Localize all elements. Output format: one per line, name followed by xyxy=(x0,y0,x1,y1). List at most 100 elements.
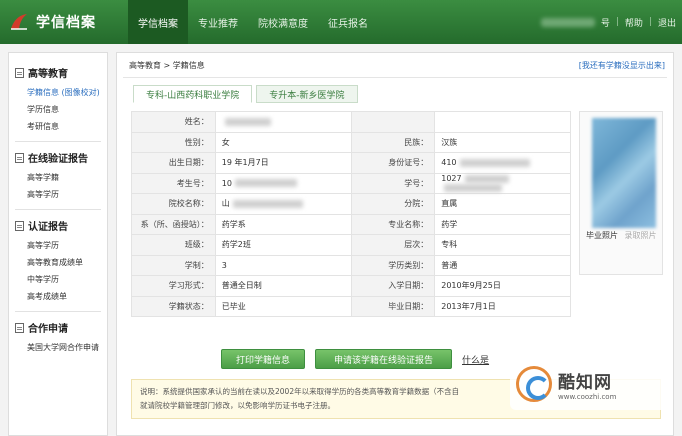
field-value xyxy=(434,111,571,133)
sidebar-item-us-university-apply[interactable]: 美国大学网合作申请 xyxy=(15,339,101,356)
field-label: 身份证号： xyxy=(350,152,436,174)
field-label: 学历类别： xyxy=(350,254,436,276)
field-value: 专科 xyxy=(434,234,571,256)
sidebar-section-higher-education: 高等教育 xyxy=(15,65,101,80)
print-status-button[interactable]: 打印学籍信息 xyxy=(221,349,306,369)
photo-panel: 毕业照片 录取照片 xyxy=(579,111,663,275)
sidebar-item-transcript[interactable]: 高等教育成绩单 xyxy=(15,254,101,271)
field-label: 学习形式： xyxy=(131,275,216,297)
field-value: 汉族 xyxy=(434,131,571,153)
redacted-value xyxy=(224,117,271,126)
field-label: 毕业日期： xyxy=(350,295,436,317)
field-value xyxy=(214,111,352,133)
watermark-url: www.coozhi.com xyxy=(558,392,617,401)
field-value: 410 xyxy=(434,152,571,174)
table-row: 院校名称：山分院： 直属 xyxy=(131,193,571,215)
graduation-photo-label[interactable]: 毕业照片 xyxy=(586,231,618,240)
field-value: 3 xyxy=(214,254,352,276)
table-row: 系（所、函授站）： 药学系 专业名称： 药学 xyxy=(131,213,571,235)
apply-report-button[interactable]: 申请该学籍在线验证报告 xyxy=(315,349,453,369)
watermark-name: 酷知网 xyxy=(558,372,612,393)
nav-school-satisfaction[interactable]: 院校满意度 xyxy=(248,0,318,44)
field-value: 2013年7月1日 xyxy=(434,295,571,317)
field-label: 性别： xyxy=(131,131,216,153)
account-link[interactable]: 号 xyxy=(601,16,610,29)
document-icon xyxy=(15,67,24,78)
tab-vocational-college[interactable]: 专科-山西药科职业学院 xyxy=(133,85,253,103)
redacted-value xyxy=(464,174,509,183)
field-label xyxy=(350,111,436,133)
field-value: 山 xyxy=(214,193,352,215)
sidebar-item-gaokao-scores[interactable]: 高考成绩单 xyxy=(15,288,101,305)
table-row: 姓名： xyxy=(131,111,571,133)
username-redacted xyxy=(540,17,595,27)
document-icon xyxy=(15,220,24,231)
field-value: 药学2班 xyxy=(214,234,352,256)
breadcrumb: 高等教育 > 学籍信息 xyxy=(129,61,205,70)
app-title: 学信档案 xyxy=(36,15,96,31)
table-row: 学制： 3 学历类别： 普通 xyxy=(131,254,571,276)
field-label: 班级： xyxy=(131,234,216,256)
admission-photo-label[interactable]: 录取照片 xyxy=(625,231,657,240)
field-value: 普通全日制 xyxy=(214,275,352,297)
top-nav-bar: 学信档案 学信档案 专业推荐 院校满意度 征兵报名 号 | 帮助 | 退出 xyxy=(0,0,682,44)
field-label: 民族： xyxy=(350,131,436,153)
logo[interactable]: 学信档案 xyxy=(0,0,128,44)
sidebar-section-online-report: 在线验证报告 xyxy=(15,150,101,165)
sidebar-item-higher-status-report[interactable]: 高等学籍 xyxy=(15,169,101,186)
what-is-link[interactable]: 什么是 xyxy=(462,353,489,366)
logo-icon xyxy=(11,14,27,30)
field-value: 19 年1月7日 xyxy=(214,152,352,174)
graduation-photo xyxy=(592,118,656,228)
field-label: 考生号： xyxy=(131,172,216,194)
sidebar-item-higher-degree-cert[interactable]: 高等学历 xyxy=(15,237,101,254)
redacted-value xyxy=(444,183,503,192)
missing-record-link[interactable]: [我还有学籍没显示出来] xyxy=(579,60,665,76)
field-value: 10 xyxy=(214,172,352,194)
redacted-value xyxy=(232,199,303,208)
help-link[interactable]: 帮助 xyxy=(625,16,643,29)
table-row: 学习形式： 普通全日制 入学日期： 2010年9月25日 xyxy=(131,275,571,297)
field-label: 学号： xyxy=(350,172,436,194)
sidebar: 高等教育 学籍信息 (图像校对) 学历信息 考研信息 在线验证报告 高等学籍 高… xyxy=(8,52,108,436)
field-value: 直属 xyxy=(434,193,571,215)
student-status-table: 姓名： 性别：女民族： 汉族 出生日期： 19 年1月7日 身份证号： 410 考生号： 10 学… xyxy=(131,111,571,317)
user-links: 号 | 帮助 | 退出 xyxy=(540,0,676,44)
sidebar-section-certification: 认证报告 xyxy=(15,218,101,233)
field-value: 1027 xyxy=(434,172,571,194)
field-value: 女 xyxy=(214,131,352,153)
tab-medical-college[interactable]: 专升本-新乡医学院 xyxy=(256,85,358,103)
table-row: 班级： 药学2班 层次： 专科 xyxy=(131,234,571,256)
table-row: 出生日期： 19 年1月7日 身份证号： 410 xyxy=(131,152,571,174)
watermark-logo-icon xyxy=(516,366,552,402)
school-tabs: 专科-山西药科职业学院 专升本-新乡医学院 xyxy=(133,85,358,103)
sidebar-item-student-status[interactable]: 学籍信息 (图像校对) xyxy=(15,84,101,101)
watermark: 酷知网 www.coozhi.com xyxy=(510,358,670,410)
logout-link[interactable]: 退出 xyxy=(658,16,676,29)
document-icon xyxy=(15,322,24,333)
sidebar-item-degree-info[interactable]: 学历信息 xyxy=(15,101,101,118)
redacted-value xyxy=(459,158,530,167)
table-row: 考生号： 10 学号： 1027 xyxy=(131,172,571,194)
field-label: 学籍状态： xyxy=(131,295,216,317)
field-value: 普通 xyxy=(434,254,571,276)
nav-major-recommend[interactable]: 专业推荐 xyxy=(188,0,248,44)
field-label: 分院： xyxy=(350,193,436,215)
document-icon xyxy=(15,152,24,163)
sidebar-item-secondary-degree[interactable]: 中等学历 xyxy=(15,271,101,288)
table-row: 学籍状态： 已毕业 毕业日期： 2013年7月1日 xyxy=(131,295,571,317)
field-label: 专业名称： xyxy=(350,213,436,235)
table-row: 性别：女民族： 汉族 xyxy=(131,131,571,153)
nav-xuexin-dangan[interactable]: 学信档案 xyxy=(128,0,188,44)
redacted-value xyxy=(234,179,297,188)
field-value: 药学系 xyxy=(214,213,352,235)
field-label: 出生日期： xyxy=(131,152,216,174)
sidebar-item-postgrad-exam[interactable]: 考研信息 xyxy=(15,118,101,135)
field-label: 入学日期： xyxy=(350,275,436,297)
field-label: 院校名称： xyxy=(131,193,216,215)
nav-enlistment[interactable]: 征兵报名 xyxy=(318,0,378,44)
field-label: 系（所、函授站）： xyxy=(131,213,216,235)
sidebar-section-cooperation: 合作申请 xyxy=(15,320,101,335)
main-nav: 学信档案 专业推荐 院校满意度 征兵报名 xyxy=(128,0,378,44)
sidebar-item-higher-degree-report[interactable]: 高等学历 xyxy=(15,186,101,203)
